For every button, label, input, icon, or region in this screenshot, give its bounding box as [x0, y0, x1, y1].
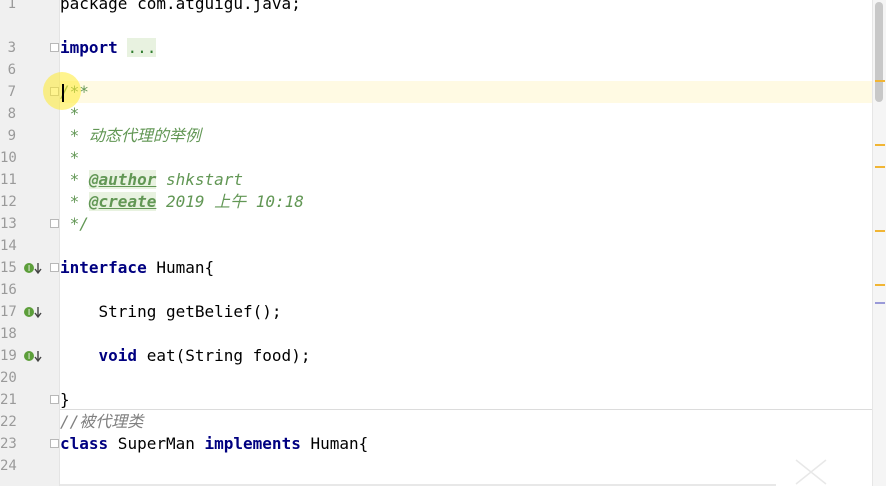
- line-number: 16: [0, 282, 17, 298]
- info-marker[interactable]: [875, 302, 885, 304]
- line-comment: //被代理类: [60, 412, 144, 431]
- implemented-method-icon[interactable]: I: [23, 349, 43, 363]
- line-number: 18: [0, 326, 17, 342]
- vertical-scrollbar[interactable]: [872, 0, 886, 486]
- code-area[interactable]: package com.atguigu.java; import ... /**…: [60, 0, 873, 486]
- line-number: 21: [0, 392, 17, 408]
- fold-toggle-icon[interactable]: [50, 439, 59, 448]
- class-name: SuperMan: [108, 434, 205, 453]
- line-number: 15: [0, 260, 17, 276]
- doc-comment: *: [60, 148, 80, 167]
- implemented-method-icon[interactable]: I: [23, 305, 43, 319]
- line-number: 11: [0, 172, 17, 188]
- line-number: 20: [0, 370, 17, 386]
- class-keyword: class: [60, 434, 109, 453]
- line-number: 22: [0, 414, 17, 430]
- interface-name: Human{: [146, 258, 215, 277]
- interface-keyword: interface: [60, 258, 147, 277]
- code-line: * @author shkstart: [60, 170, 244, 189]
- code-line: import ...: [60, 37, 873, 59]
- line-number: 12: [0, 194, 17, 210]
- line-number: 19: [0, 348, 17, 364]
- package-declaration: package com.atguigu.java;: [60, 0, 301, 13]
- line-number: 9: [7, 128, 16, 144]
- doc-comment-end: */: [60, 214, 89, 233]
- implemented-interface: Human{: [300, 434, 369, 453]
- folded-imports[interactable]: ...: [127, 38, 157, 57]
- method-separator: [60, 409, 873, 410]
- svg-text:I: I: [28, 352, 30, 361]
- warning-marker[interactable]: [875, 80, 885, 82]
- warning-marker[interactable]: [875, 144, 885, 146]
- code-line: void eat(String food);: [60, 345, 873, 367]
- closing-brace: }: [60, 390, 70, 409]
- code-line: }: [60, 389, 873, 411]
- code-editor[interactable]: 1 3 6 7 8 9 10 11 12 13 14 15 16 17 18 1…: [0, 0, 886, 486]
- create-tag: @create: [88, 192, 157, 211]
- method-declaration: String getBelief();: [60, 302, 282, 321]
- code-line: */: [60, 213, 873, 235]
- line-number: 10: [0, 150, 17, 166]
- line-number: 8: [7, 106, 16, 122]
- line-number: 3: [7, 40, 16, 56]
- code-line: package com.atguigu.java;: [60, 0, 873, 15]
- code-line: *: [60, 103, 873, 125]
- svg-text:I: I: [28, 308, 30, 317]
- void-keyword: void: [98, 346, 138, 365]
- line-number: 1: [7, 0, 16, 12]
- doc-comment: * 动态代理的举例: [60, 126, 201, 145]
- warning-marker[interactable]: [875, 230, 885, 232]
- code-line: * 动态代理的举例: [60, 125, 873, 147]
- code-line: *: [60, 147, 873, 169]
- fold-toggle-icon[interactable]: [50, 263, 59, 272]
- fold-toggle-icon[interactable]: [50, 395, 59, 404]
- code-line: interface Human{: [60, 257, 873, 279]
- fold-toggle-icon[interactable]: [50, 43, 59, 52]
- text-caret: [62, 84, 64, 102]
- method-declaration: eat(String food);: [137, 346, 311, 365]
- line-gutter: 1 3 6 7 8 9 10 11 12 13 14 15 16 17 18 1…: [0, 0, 60, 486]
- author-tag: @author: [88, 170, 157, 189]
- line-number: 14: [0, 238, 17, 254]
- warning-marker[interactable]: [875, 284, 885, 286]
- warning-marker[interactable]: [875, 166, 885, 168]
- code-line: class SuperMan implements Human{: [60, 433, 873, 455]
- import-keyword: import: [60, 38, 118, 57]
- code-line: * @create 2019 上午 10:18: [60, 192, 304, 211]
- create-value: 2019 上午 10:18: [156, 192, 304, 211]
- line-number: 13: [0, 216, 17, 232]
- implemented-method-icon[interactable]: I: [23, 261, 43, 275]
- scrollbar-thumb[interactable]: [875, 2, 883, 102]
- implements-keyword: implements: [204, 434, 301, 453]
- current-line: /**: [60, 81, 873, 103]
- line-number: 23: [0, 436, 17, 452]
- code-line: String getBelief();: [60, 301, 873, 323]
- svg-text:I: I: [28, 264, 30, 273]
- fold-toggle-icon[interactable]: [50, 219, 59, 228]
- line-number: 17: [0, 304, 17, 320]
- code-line: //被代理类: [60, 411, 873, 433]
- line-number: 24: [0, 458, 17, 474]
- line-number: 6: [7, 62, 16, 78]
- line-number: 7: [7, 84, 16, 100]
- watermark-icon: [794, 458, 828, 486]
- author-value: shkstart: [156, 170, 244, 189]
